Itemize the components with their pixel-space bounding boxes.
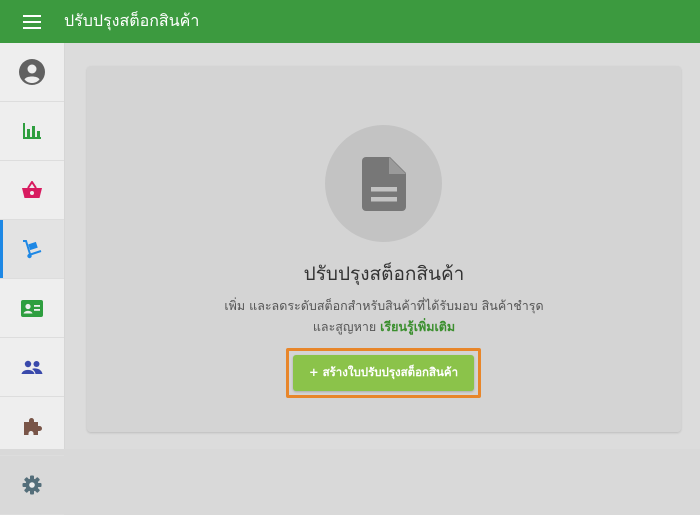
sidebar-item-inventory[interactable] [0,220,64,279]
description-line-1: เพิ่ม และลดระดับสต็อกสำหรับสินค้าที่ได้ร… [224,298,544,313]
bar-chart-icon [23,123,41,139]
description-line-2-text: และสูญหาย [312,319,377,334]
card-body: ปรับปรุงสต็อกสินค้า เพิ่ม และลดระดับสต็อ… [87,66,681,432]
main-content: ปรับปรุงสต็อกสินค้า เพิ่ม และลดระดับสต็อ… [65,43,700,449]
empty-state-illustration [325,125,442,242]
sidebar-item-employees[interactable] [0,338,64,397]
empty-state-card: ปรับปรุงสต็อกสินค้า เพิ่ม และลดระดับสต็อ… [87,66,681,432]
people-icon [21,360,43,374]
hamburger-menu-icon [23,14,41,29]
sidebar-item-account[interactable] [0,43,64,102]
menu-button[interactable] [0,0,64,43]
hand-truck-icon [23,240,42,259]
document-icon [361,156,406,211]
puzzle-piece-icon [24,418,42,435]
shopping-basket-icon [22,181,42,198]
sidebar-item-customers[interactable] [0,279,64,338]
sidebar-item-addons[interactable] [0,397,64,456]
empty-state-description: เพิ่ม และลดระดับสต็อกสำหรับสินค้าที่ได้ร… [177,295,591,337]
settings-gear-icon [22,475,42,495]
app-header: ปรับปรุงสต็อกสินค้า [0,0,700,43]
empty-state-title: ปรับปรุงสต็อกสินค้า [303,263,465,285]
description-line-2: และสูญหาย เรียนรู้เพิ่มเติม [177,316,591,337]
learn-more-link[interactable]: เรียนรู้เพิ่มเติม [380,319,455,334]
sidebar-item-reports[interactable] [0,102,64,161]
account-circle-icon [19,59,45,85]
sidebar-item-settings[interactable] [0,456,64,515]
create-stock-adjustment-button[interactable]: + สร้างใบปรับปรุงสต็อกสินค้า [293,355,474,391]
sidebar-item-sales[interactable] [0,161,64,220]
contact-card-icon [21,299,43,317]
page-title: ปรับปรุงสต็อกสินค้า [64,11,200,30]
sidebar [0,43,65,515]
